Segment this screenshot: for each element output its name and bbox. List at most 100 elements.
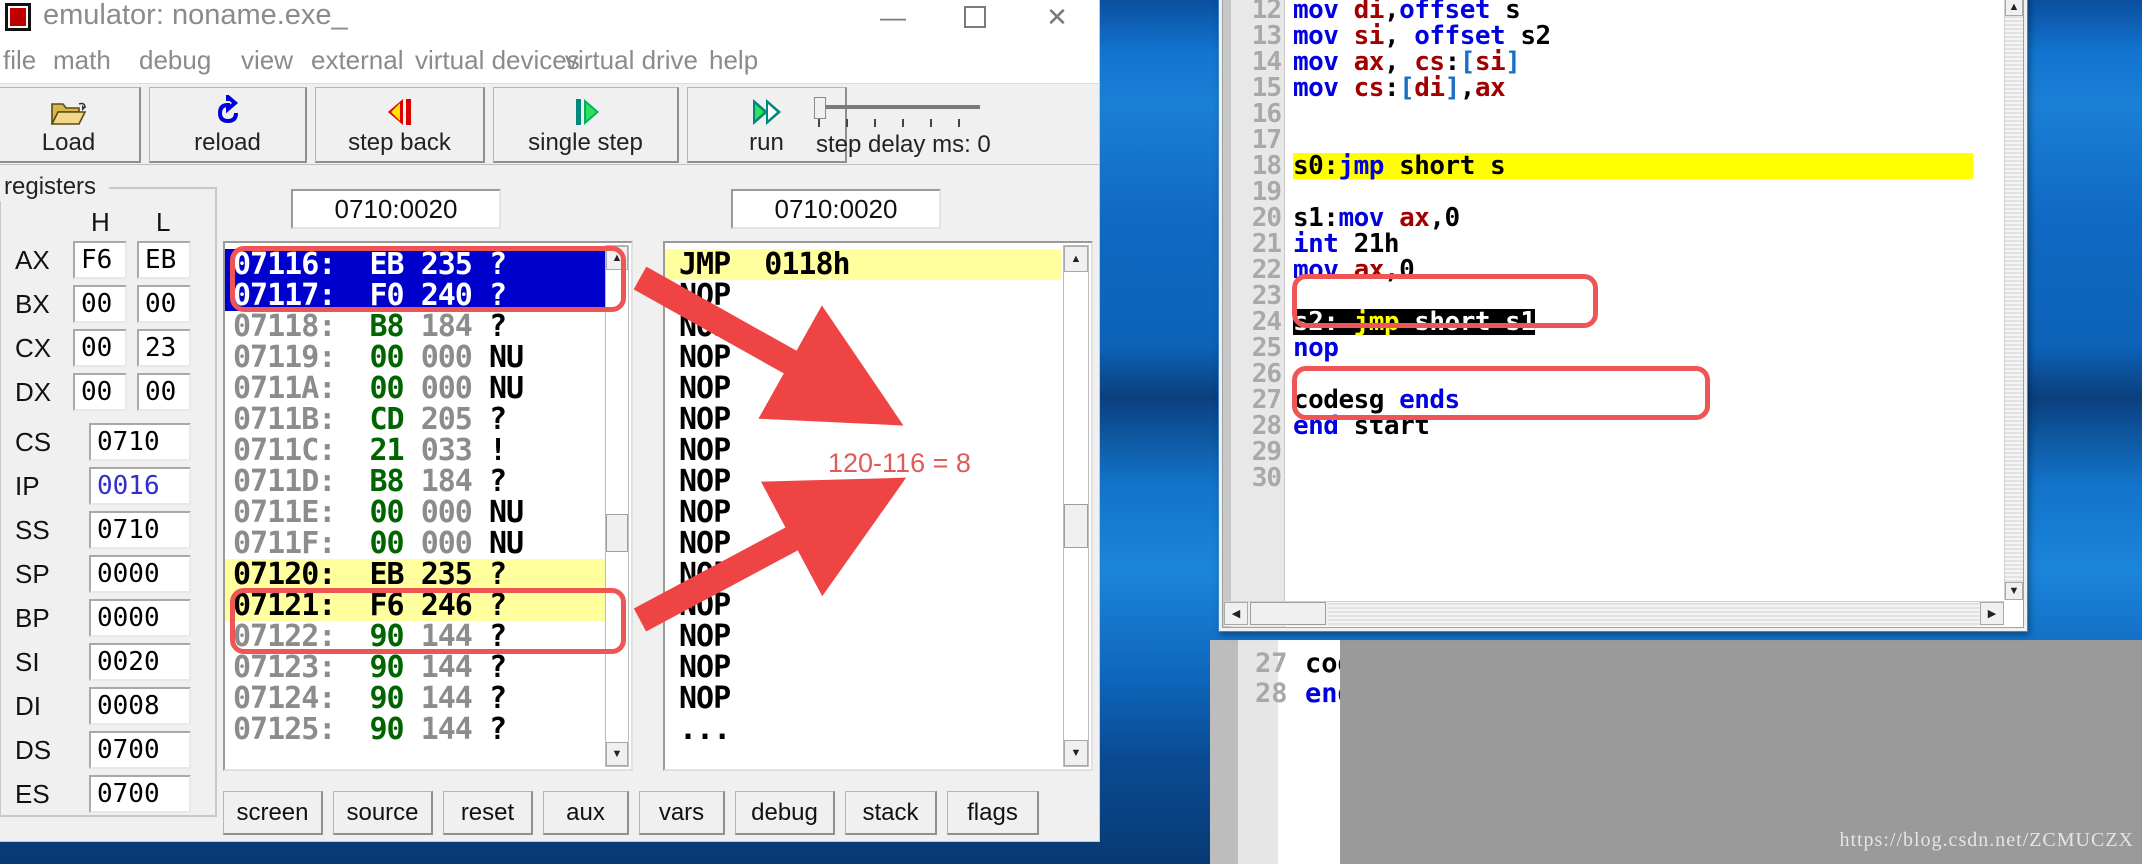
memory-scroll-thumb[interactable] <box>606 514 628 552</box>
source-line[interactable]: 26 <box>1223 361 2005 387</box>
memory-row[interactable]: 07125: 90 144 ? <box>225 714 605 745</box>
bottom-button-screen[interactable]: screen <box>223 791 323 835</box>
disassembly-row[interactable]: NOP <box>665 280 1061 311</box>
register-input-dx-high[interactable]: 00 <box>73 373 127 411</box>
disassembly-row[interactable]: NOP <box>665 528 1061 559</box>
menu-item-help[interactable]: help <box>709 45 758 76</box>
source-code-lines[interactable]: 12 mov di,offset s 13 mov si, offset s2 14 mo… <box>1223 0 2005 601</box>
menu-item-virtual-drive[interactable]: virtual drive <box>565 45 698 76</box>
disassembly-row[interactable]: ... <box>665 714 1061 745</box>
step-delay-slider-track[interactable] <box>820 105 980 109</box>
disassembly-scroll-down-icon[interactable]: ▼ <box>1064 740 1088 766</box>
source-line[interactable]: 27 codesg ends <box>1223 387 2005 413</box>
bottom-button-reset[interactable]: reset <box>443 791 533 835</box>
menu-item-math[interactable]: math <box>53 45 111 76</box>
memory-row[interactable]: 0711A: 00 000 NU <box>225 373 605 404</box>
disassembly-address-field[interactable]: 0710:0020 <box>731 189 941 229</box>
disassembly-scroll-thumb[interactable] <box>1064 504 1088 548</box>
memory-row[interactable]: 07121: F6 246 ? <box>225 590 605 621</box>
emulator-menubar[interactable]: file math debug view external virtual devices… <box>0 43 1099 83</box>
register-input-ip[interactable]: 0016 <box>89 467 191 505</box>
source-line[interactable]: 24 s2: jmp short s1 <box>1223 309 2005 335</box>
memory-row[interactable]: 0711F: 00 000 NU <box>225 528 605 559</box>
memory-address-field[interactable]: 0710:0020 <box>291 189 501 229</box>
menu-item-file[interactable]: file <box>3 45 36 76</box>
register-input-si[interactable]: 0020 <box>89 643 191 681</box>
memory-scroll-up-icon[interactable]: ▲ <box>606 246 628 270</box>
source-hscroll-track[interactable] <box>1328 602 1980 625</box>
register-input-sp[interactable]: 0000 <box>89 555 191 593</box>
single-step-button[interactable]: single step <box>493 87 679 163</box>
minimize-icon[interactable]: — <box>857 0 929 43</box>
memory-row[interactable]: 0711C: 21 033 ! <box>225 435 605 466</box>
source-line[interactable]: 29 <box>1223 439 2005 465</box>
register-input-ss[interactable]: 0710 <box>89 511 191 549</box>
step-back-button[interactable]: step back <box>315 87 485 163</box>
scroll-down-icon[interactable]: ▼ <box>2005 582 2023 600</box>
disassembly-row[interactable]: NOP <box>665 621 1061 652</box>
register-input-bx-low[interactable]: 00 <box>137 285 191 323</box>
register-input-di[interactable]: 0008 <box>89 687 191 725</box>
source-line[interactable]: 20 s1:mov ax,0 <box>1223 205 2005 231</box>
disassembly-row[interactable]: NOP <box>665 373 1061 404</box>
register-input-bx-high[interactable]: 00 <box>73 285 127 323</box>
memory-row[interactable]: 07120: EB 235 ? <box>225 559 605 590</box>
source-line[interactable]: 13 mov si, offset s2 <box>1223 23 2005 49</box>
source-line[interactable]: 15 mov cs:[di],ax <box>1223 75 2005 101</box>
source-code-window[interactable]: 12 mov di,offset s 13 mov si, offset s2 14 mo… <box>1218 0 2028 632</box>
memory-dump-list[interactable]: 07116: EB 235 ? 07117: F0 240 ? 07118: B8 … <box>225 249 605 745</box>
source-line[interactable]: 19 <box>1223 179 2005 205</box>
scroll-left-icon[interactable]: ◀ <box>1224 602 1248 625</box>
bottom-button-debug[interactable]: debug <box>735 791 835 835</box>
source-line[interactable]: 17 <box>1223 127 2005 153</box>
disassembly-panel[interactable]: JMP 0118h NOP NOP NOP NOP NOP NOP NOP NOP NOP NOP N… <box>663 241 1093 771</box>
memory-row[interactable]: 07118: B8 184 ? <box>225 311 605 342</box>
register-input-bp[interactable]: 0000 <box>89 599 191 637</box>
bottom-button-stack[interactable]: stack <box>845 791 937 835</box>
register-input-es[interactable]: 0700 <box>89 775 191 813</box>
step-delay-panel[interactable]: step delay ms: 0 <box>796 87 1046 163</box>
register-input-cs[interactable]: 0710 <box>89 423 191 461</box>
disassembly-row[interactable]: NOP <box>665 342 1061 373</box>
load-button[interactable]: Load <box>0 87 141 163</box>
register-input-cx-low[interactable]: 23 <box>137 329 191 367</box>
source-hscroll-thumb[interactable] <box>1250 602 1326 625</box>
register-input-cx-high[interactable]: 00 <box>73 329 127 367</box>
source-line[interactable]: 18 s0:jmp short s <box>1223 153 2005 179</box>
bottom-button-source[interactable]: source <box>333 791 433 835</box>
memory-row[interactable]: 07123: 90 144 ? <box>225 652 605 683</box>
reload-button[interactable]: reload <box>149 87 307 163</box>
source-line[interactable]: 16 <box>1223 101 2005 127</box>
disassembly-vertical-scrollbar[interactable]: ▲ ▼ <box>1063 245 1089 767</box>
disassembly-row[interactable]: JMP 0118h <box>665 249 1061 280</box>
emulator-titlebar[interactable]: emulator: noname.exe_ — ✕ <box>0 0 1099 43</box>
bottom-button-vars[interactable]: vars <box>639 791 725 835</box>
disassembly-row[interactable]: NOP <box>665 683 1061 714</box>
disassembly-row[interactable]: NOP <box>665 652 1061 683</box>
disassembly-row[interactable]: NOP <box>665 559 1061 590</box>
register-input-ds[interactable]: 0700 <box>89 731 191 769</box>
memory-row[interactable]: 07124: 90 144 ? <box>225 683 605 714</box>
maximize-icon[interactable] <box>939 0 1011 43</box>
memory-row[interactable]: 07116: EB 235 ? <box>225 249 605 280</box>
memory-row[interactable]: 0711E: 00 000 NU <box>225 497 605 528</box>
bottom-button-bar[interactable]: screen source reset aux vars debug stack flags <box>223 791 1103 841</box>
disassembly-row[interactable]: NOP <box>665 497 1061 528</box>
source-line[interactable]: 30 <box>1223 465 2005 491</box>
memory-dump-panel[interactable]: 07116: EB 235 ? 07117: F0 240 ? 07118: B8 … <box>223 241 633 771</box>
register-input-ax-high[interactable]: F6 <box>73 241 127 279</box>
memory-row[interactable]: 0711D: B8 184 ? <box>225 466 605 497</box>
memory-row[interactable]: 0711B: CD 205 ? <box>225 404 605 435</box>
disassembly-row[interactable]: NOP <box>665 404 1061 435</box>
source-vscroll-track[interactable] <box>2005 16 2023 582</box>
source-line[interactable]: 28 end start <box>1223 413 2005 439</box>
menu-item-view[interactable]: view <box>241 45 293 76</box>
emulator-toolbar[interactable]: Load reload step back single step run st… <box>0 83 1099 165</box>
step-delay-slider-thumb[interactable] <box>814 97 826 119</box>
memory-row[interactable]: 07119: 00 000 NU <box>225 342 605 373</box>
disassembly-scroll-up-icon[interactable]: ▲ <box>1064 246 1088 272</box>
disassembly-row[interactable]: NOP <box>665 590 1061 621</box>
close-icon[interactable]: ✕ <box>1021 0 1093 43</box>
bottom-button-aux[interactable]: aux <box>543 791 629 835</box>
source-line[interactable]: 14 mov ax, cs:[si] <box>1223 49 2005 75</box>
